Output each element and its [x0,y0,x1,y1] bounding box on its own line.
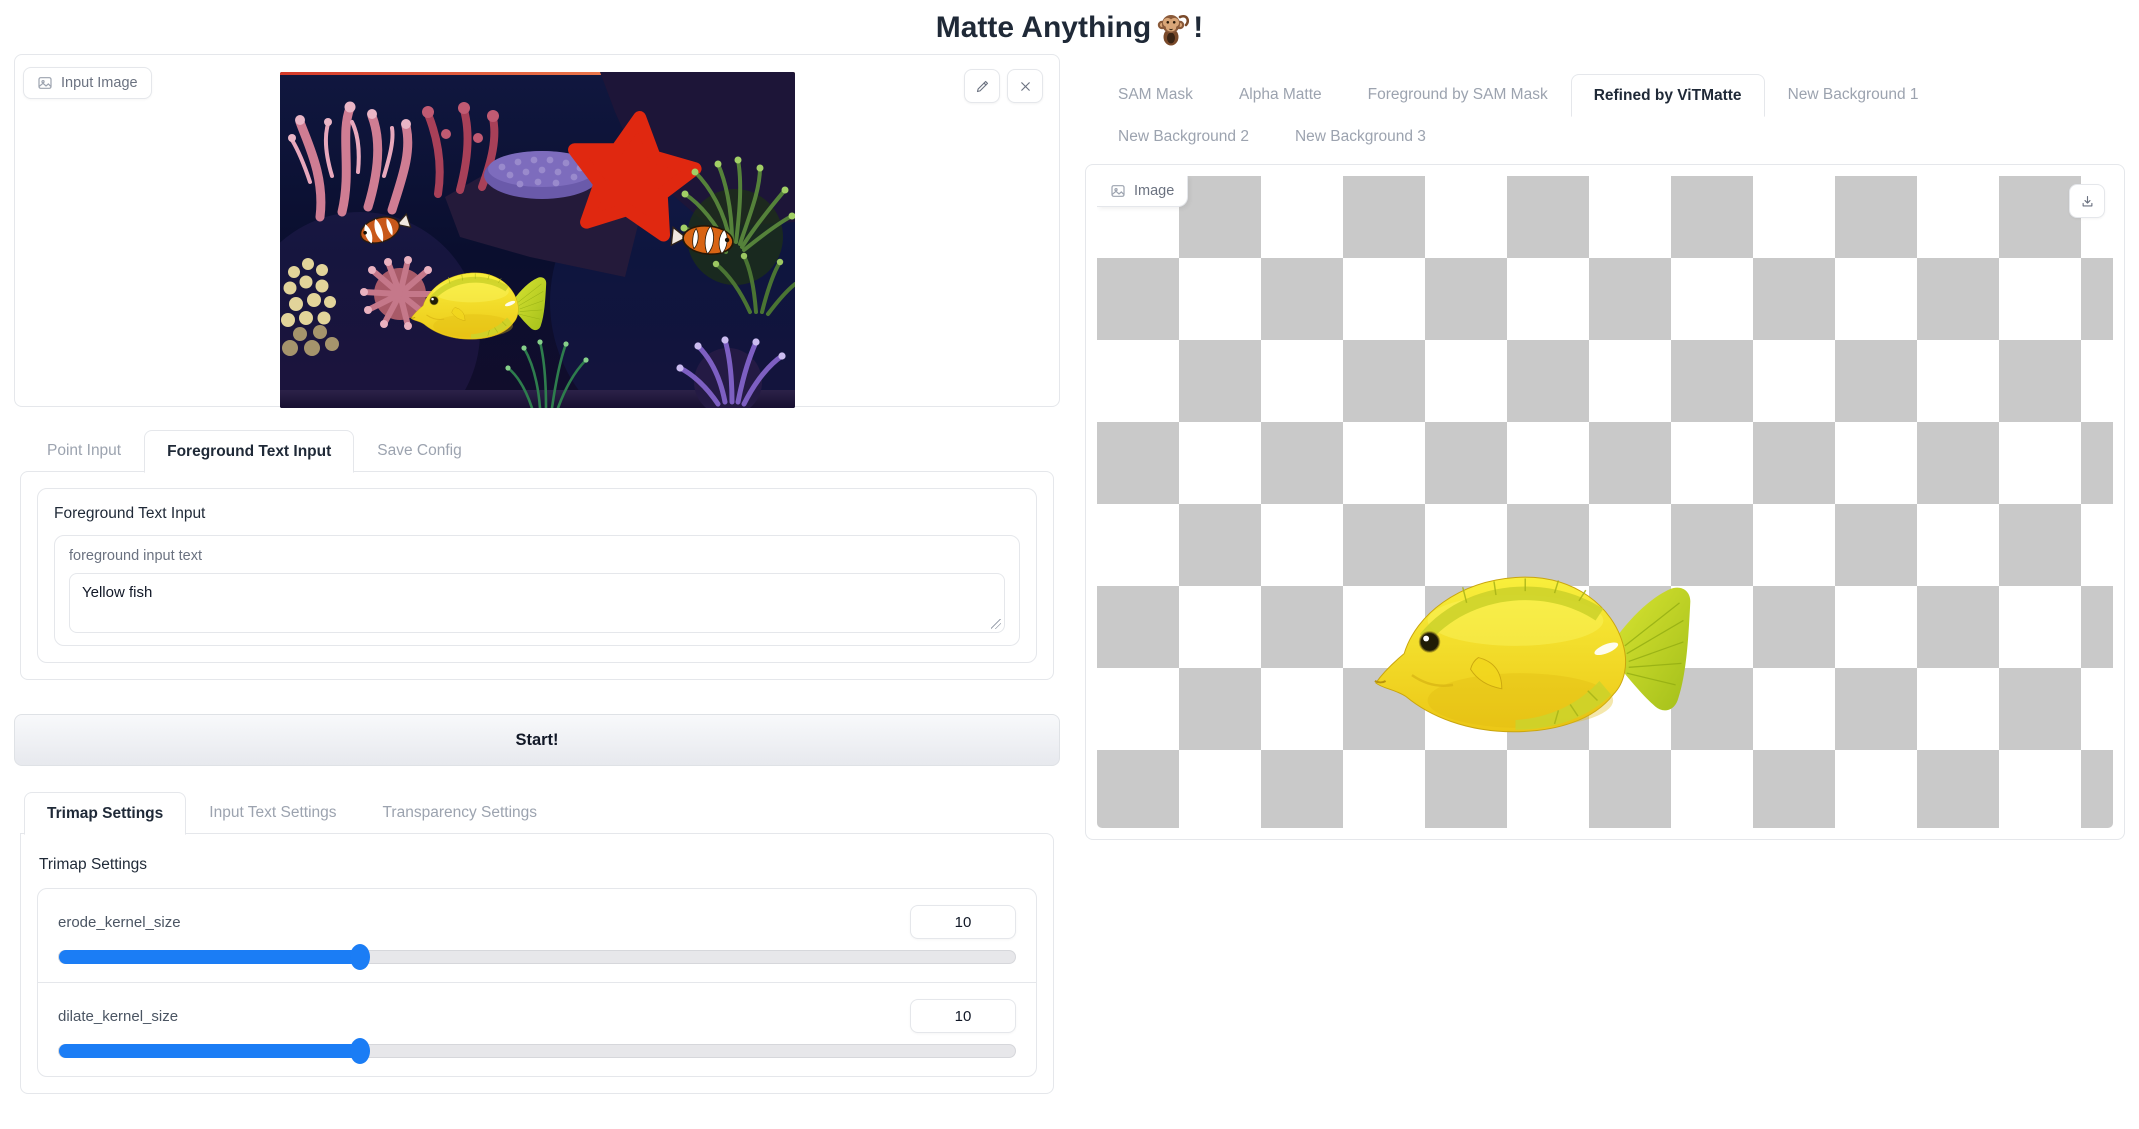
input-mode-tabs: Point Input Foreground Text Input Save C… [14,430,1060,472]
tab-trimap-settings[interactable]: Trimap Settings [24,792,186,835]
foreground-field-label: foreground input text [69,548,1005,564]
settings-tabs: Trimap Settings Input Text Settings Tran… [14,792,1060,834]
tab-refined-by-vitmatte[interactable]: Refined by ViTMatte [1571,74,1765,117]
slider-thumb[interactable] [350,1038,370,1064]
pencil-icon [975,79,990,94]
trimap-settings-heading: Trimap Settings [39,856,1035,874]
tab-new-background-1[interactable]: New Background 1 [1765,74,1942,116]
start-button[interactable]: Start! [14,714,1060,766]
foreground-group-title: Foreground Text Input [54,505,1020,523]
clear-image-button[interactable] [1007,69,1043,103]
tab-alpha-matte[interactable]: Alpha Matte [1216,74,1345,116]
input-image-label-chip: Input Image [23,67,152,99]
right-column: SAM Mask Alpha Matte Foreground by SAM M… [1085,46,2125,840]
tab-new-background-2[interactable]: New Background 2 [1095,116,1272,158]
foreground-text-field: foreground input text Yellow fish [54,535,1020,646]
image-actions [964,69,1043,103]
output-image-panel: Image [1085,164,2125,840]
edit-image-button[interactable] [964,69,1000,103]
tab-input-text-settings[interactable]: Input Text Settings [186,792,359,834]
header: Matte Anything ! [0,0,2139,46]
image-icon [1110,183,1126,199]
download-icon [2080,194,2095,209]
erode-kernel-size-value[interactable] [910,905,1016,939]
slider-fill [59,950,360,964]
tab-transparency-settings[interactable]: Transparency Settings [360,792,561,834]
page-title: Matte Anything ! [936,10,1204,46]
dilate-kernel-size-label: dilate_kernel_size [58,1008,178,1025]
image-icon [37,75,53,91]
tab-foreground-text-input[interactable]: Foreground Text Input [144,430,354,473]
tab-sam-mask[interactable]: SAM Mask [1095,74,1216,116]
erode-kernel-size-slider[interactable] [58,950,1016,964]
trimap-sliders-box: erode_kernel_size dilate_kernel_size [37,888,1037,1077]
tab-point-input[interactable]: Point Input [24,430,144,472]
erode-kernel-size-row: erode_kernel_size [38,889,1036,982]
download-button[interactable] [2069,184,2105,218]
input-image-aquarium[interactable] [280,72,795,408]
foreground-text-group: Foreground Text Input foreground input t… [37,488,1037,663]
dilate-kernel-size-slider[interactable] [58,1044,1016,1058]
input-image-panel: Input Image [14,54,1060,407]
foreground-text-input[interactable]: Yellow fish [69,573,1005,633]
foreground-text-panel: Foreground Text Input foreground input t… [20,471,1054,680]
dilate-kernel-size-row: dilate_kernel_size [38,982,1036,1076]
output-image-transparent-canvas[interactable]: Image [1097,176,2113,828]
slider-fill [59,1044,360,1058]
output-image-label: Image [1134,183,1174,199]
dilate-kernel-size-value[interactable] [910,999,1016,1033]
tab-new-background-3[interactable]: New Background 3 [1272,116,1449,158]
tab-foreground-by-sam-mask[interactable]: Foreground by SAM Mask [1345,74,1571,116]
left-column: Input Image [14,46,1060,1094]
input-image-label: Input Image [61,75,138,91]
monkey-emoji [1155,10,1189,46]
page-title-text: Matte Anything [936,11,1152,45]
trimap-settings-panel: Trimap Settings erode_kernel_size dilate… [20,833,1054,1094]
page-title-suffix: ! [1193,11,1203,45]
erode-kernel-size-label: erode_kernel_size [58,914,181,931]
tab-save-config[interactable]: Save Config [354,430,484,472]
output-image-label-chip: Image [1097,176,1188,207]
main-layout: Input Image [0,46,2139,1094]
close-icon [1018,79,1033,94]
matted-fish-image [1369,552,1701,767]
output-tabs: SAM Mask Alpha Matte Foreground by SAM M… [1085,74,2125,158]
slider-thumb[interactable] [350,944,370,970]
